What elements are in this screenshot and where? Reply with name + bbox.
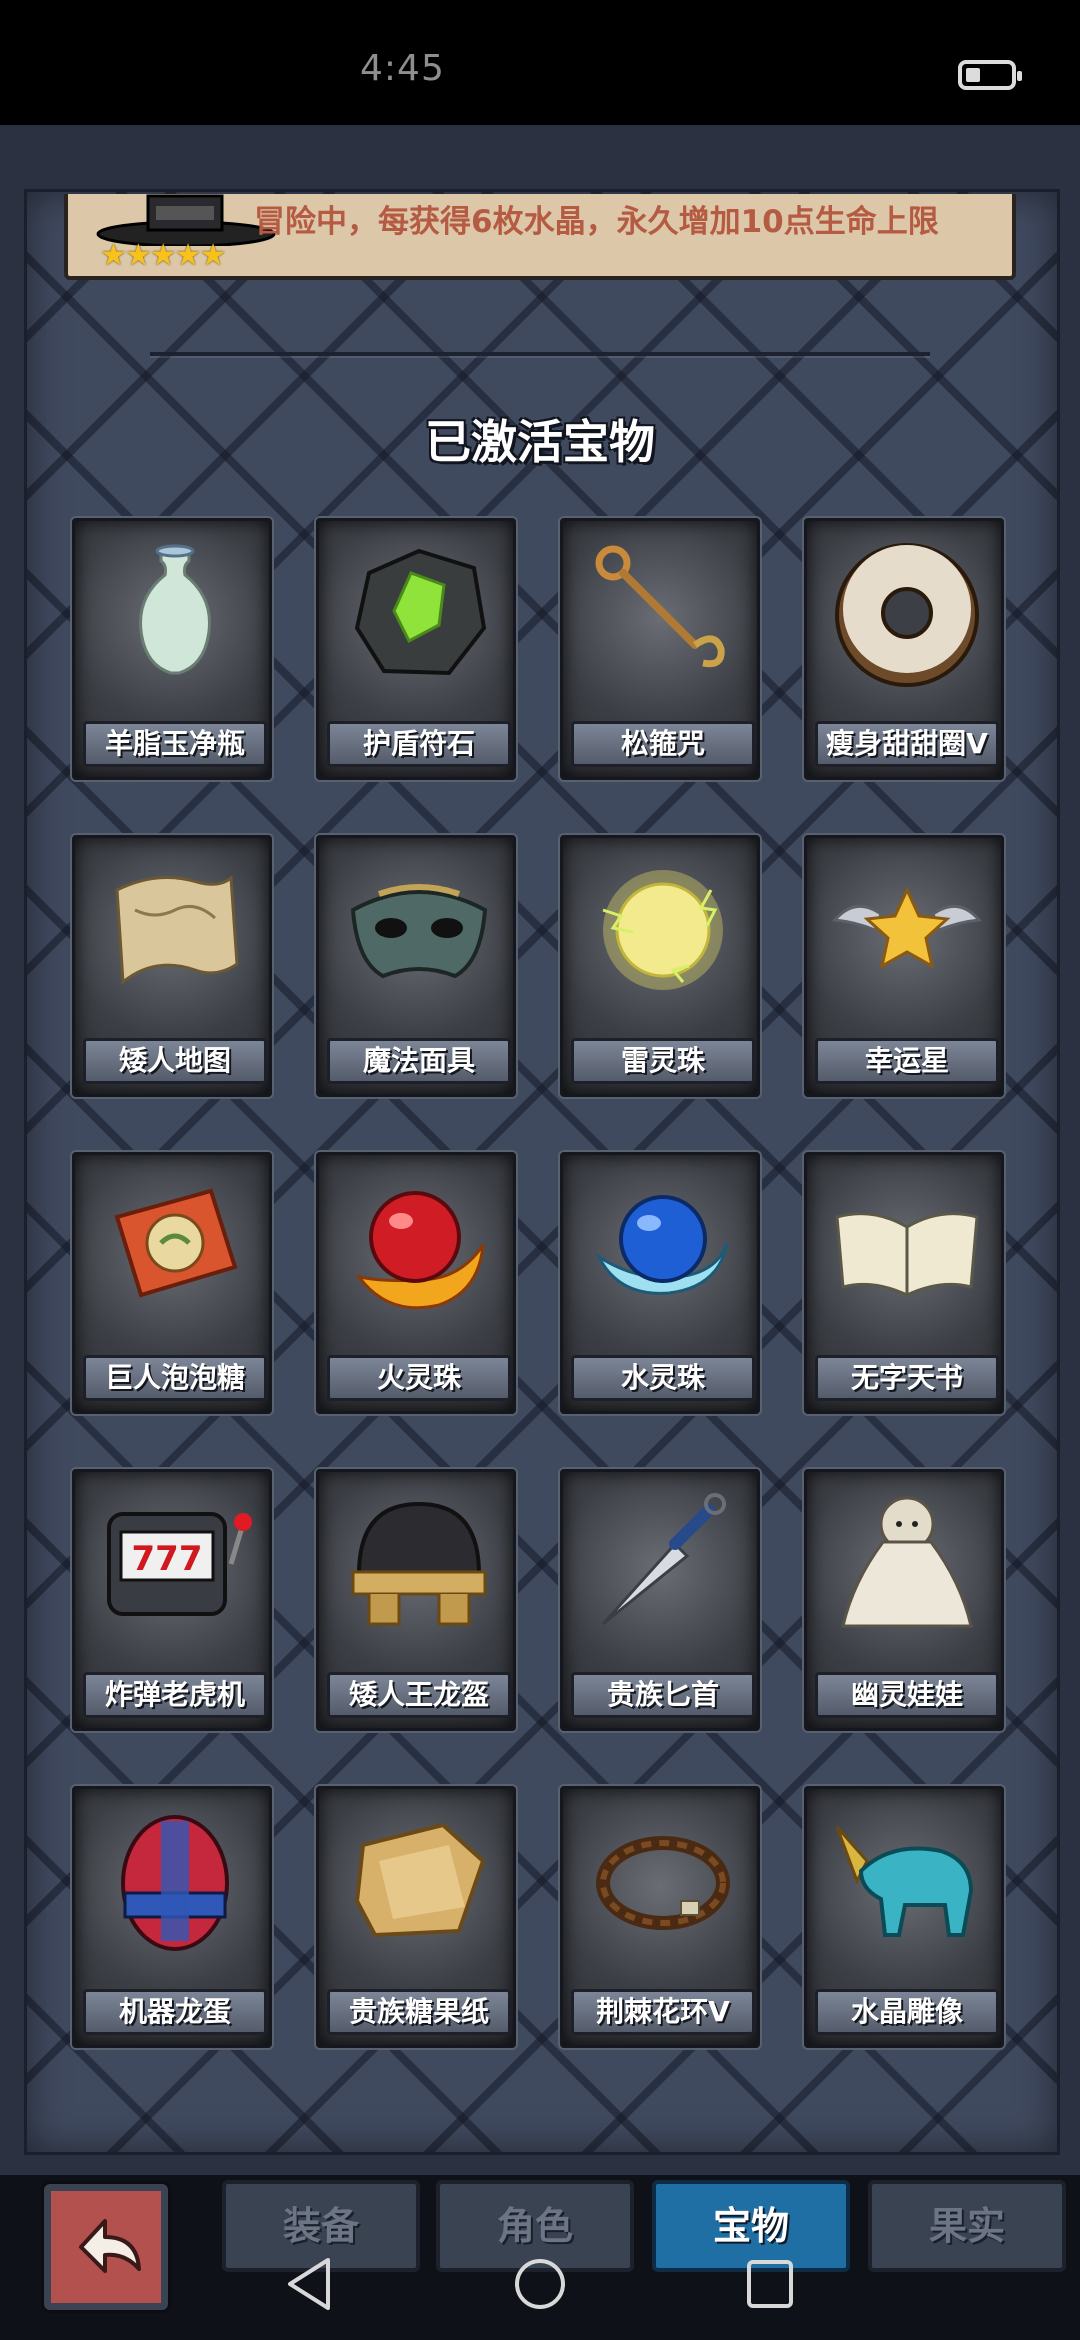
treasure-name: 幸运星 bbox=[815, 1038, 999, 1084]
treasure-name: 水灵珠 bbox=[571, 1355, 755, 1401]
treasure-name: 幽灵娃娃 bbox=[815, 1672, 999, 1718]
treasure-card[interactable]: 幸运星 bbox=[804, 835, 1004, 1097]
treasure-name: 矮人地图 bbox=[83, 1038, 267, 1084]
treasure-card[interactable]: 机器龙蛋 bbox=[72, 1786, 272, 2048]
dagger-icon bbox=[601, 1493, 726, 1626]
treasure-card[interactable]: 贵族匕首 bbox=[560, 1469, 760, 1731]
treasure-card[interactable]: 瘦身甜甜圈V bbox=[804, 518, 1004, 780]
treasure-name: 巨人泡泡糖 bbox=[83, 1355, 267, 1401]
treasure-name: 荆棘花环V bbox=[571, 1989, 755, 2035]
treasure-card[interactable]: 无字天书 bbox=[804, 1152, 1004, 1414]
treasure-card[interactable]: 羊脂玉净瓶 bbox=[72, 518, 272, 780]
treasure-card[interactable]: 水灵珠 bbox=[560, 1152, 760, 1414]
treasure-name: 瘦身甜甜圈V bbox=[815, 721, 999, 767]
treasure-card[interactable]: 777 炸弹老虎机 bbox=[72, 1469, 272, 1731]
treasure-name: 水晶雕像 bbox=[815, 1989, 999, 2035]
helmet-icon bbox=[351, 1501, 487, 1626]
water-orb-icon bbox=[595, 1195, 729, 1295]
treasure-card[interactable]: 荆棘花环V bbox=[560, 1786, 760, 2048]
treasure-name: 矮人王龙盔 bbox=[327, 1672, 511, 1718]
treasure-name: 魔法面具 bbox=[327, 1038, 511, 1084]
treasure-name: 羊脂玉净瓶 bbox=[83, 721, 267, 767]
magic-mask-icon bbox=[350, 884, 488, 979]
map-scroll-icon bbox=[115, 874, 239, 985]
treasure-card[interactable]: 贵族糖果纸 bbox=[316, 1786, 516, 2048]
back-arrow-icon bbox=[79, 2219, 141, 2273]
thorn-wreath-icon bbox=[596, 1836, 730, 1930]
nav-back-icon[interactable] bbox=[284, 2256, 334, 2312]
treasure-card[interactable]: 矮人王龙盔 bbox=[316, 1469, 516, 1731]
treasure-card[interactable]: 幽灵娃娃 bbox=[804, 1469, 1004, 1731]
ghost-doll-icon bbox=[841, 1496, 973, 1628]
treasure-name: 无字天书 bbox=[815, 1355, 999, 1401]
treasure-card[interactable]: 松箍咒 bbox=[560, 518, 760, 780]
back-button[interactable] bbox=[44, 2184, 168, 2310]
rating-stars: ★★★★★ bbox=[100, 238, 226, 273]
treasure-card[interactable]: 巨人泡泡糖 bbox=[72, 1152, 272, 1414]
treasure-name: 贵族匕首 bbox=[571, 1672, 755, 1718]
fire-orb-icon bbox=[355, 1191, 485, 1310]
battery-icon bbox=[958, 60, 1022, 90]
status-bar: 4:45 bbox=[0, 0, 1080, 125]
treasure-card[interactable]: 矮人地图 bbox=[72, 835, 272, 1097]
treasure-name: 贵族糖果纸 bbox=[327, 1989, 511, 2035]
candy-wrapper-icon bbox=[354, 1822, 486, 1938]
robot-egg-icon bbox=[121, 1815, 229, 1951]
nav-recents-icon[interactable] bbox=[745, 2256, 795, 2312]
lucky-star-icon bbox=[832, 886, 982, 969]
nav-home-icon[interactable] bbox=[512, 2256, 568, 2312]
section-title: 已激活宝物 bbox=[425, 415, 655, 469]
donut-icon bbox=[835, 543, 979, 687]
treasure-name: 松箍咒 bbox=[571, 721, 755, 767]
status-time: 4:45 bbox=[360, 48, 445, 89]
slot-machine-icon: 777 bbox=[107, 1512, 252, 1616]
shield-rune-icon bbox=[354, 548, 487, 676]
treasure-name: 炸弹老虎机 bbox=[83, 1672, 267, 1718]
treasure-name: 护盾符石 bbox=[327, 721, 511, 767]
divider bbox=[150, 352, 930, 356]
treasure-card[interactable]: 雷灵珠 bbox=[560, 835, 760, 1097]
treasure-card[interactable]: 火灵珠 bbox=[316, 1152, 516, 1414]
svg-text:777: 777 bbox=[132, 1539, 203, 1579]
treasure-card[interactable]: 魔法面具 bbox=[316, 835, 516, 1097]
staff-icon bbox=[595, 545, 725, 668]
treasure-name: 火灵珠 bbox=[327, 1355, 511, 1401]
thunder-orb-icon bbox=[602, 870, 723, 990]
banner-text: 冒险中，每获得6枚水晶，永久增加10点生命上限 bbox=[254, 204, 939, 240]
crystal-statue-icon bbox=[835, 1826, 974, 1937]
jade-vase-icon bbox=[139, 544, 211, 675]
bubblegum-icon bbox=[114, 1188, 238, 1298]
blank-book-icon bbox=[835, 1212, 979, 1297]
treasure-card[interactable]: 水晶雕像 bbox=[804, 1786, 1004, 2048]
treasure-name: 机器龙蛋 bbox=[83, 1989, 267, 2035]
treasure-card[interactable]: 护盾符石 bbox=[316, 518, 516, 780]
tab-fruit[interactable]: 果实 bbox=[868, 2180, 1066, 2272]
treasure-name: 雷灵珠 bbox=[571, 1038, 755, 1084]
